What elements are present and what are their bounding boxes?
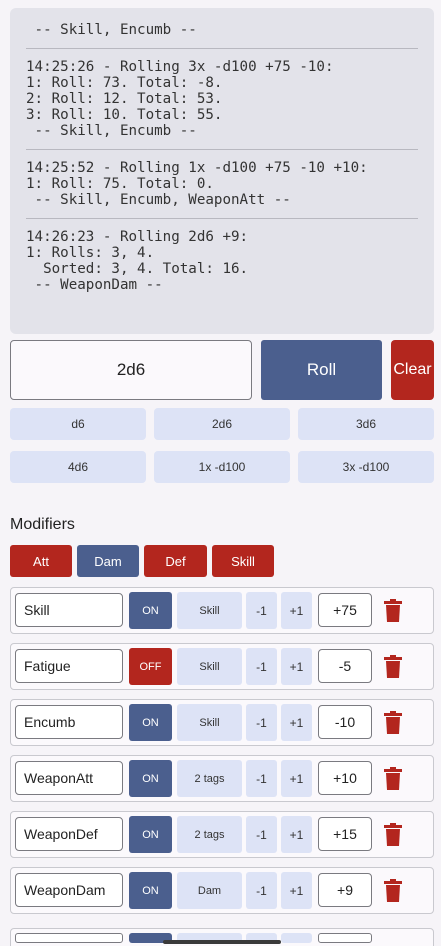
decrement-button[interactable]: -1 bbox=[246, 760, 277, 797]
increment-button[interactable]: +1 bbox=[281, 872, 312, 909]
modifiers-heading: Modifiers bbox=[10, 516, 75, 533]
modifier-tags-button[interactable]: 2 tags bbox=[177, 816, 242, 853]
preset-button-2d6[interactable]: 2d6 bbox=[154, 408, 290, 440]
modifier-tags-button[interactable]: Skill bbox=[177, 592, 242, 629]
log-divider bbox=[26, 149, 418, 150]
log-line: 3: Roll: 10. Total: 55. bbox=[26, 107, 223, 123]
log-line: -- Skill, Encumb -- bbox=[26, 123, 197, 139]
modifier-row: Skill ON Skill -1 +1 +75 bbox=[10, 587, 434, 634]
log-line: 14:26:23 - Rolling 2d6 +9: bbox=[26, 229, 249, 245]
increment-button[interactable] bbox=[281, 933, 312, 943]
modifier-name-field[interactable]: WeaponAtt bbox=[15, 761, 123, 795]
roll-log[interactable]: -- Skill, Encumb -- 14:25:26 - Rolling 3… bbox=[10, 8, 434, 334]
log-line: 2: Roll: 12. Total: 53. bbox=[26, 91, 223, 107]
log-line: 14:25:26 - Rolling 3x -d100 +75 -10: bbox=[26, 59, 334, 75]
log-line: Sorted: 3, 4. Total: 16. bbox=[26, 261, 249, 277]
modifier-toggle[interactable]: ON bbox=[129, 872, 172, 909]
log-header: -- Skill, Encumb -- bbox=[26, 22, 197, 38]
preset-button-3x-d100[interactable]: 3x -d100 bbox=[298, 451, 434, 483]
modifier-tags-button[interactable]: Skill bbox=[177, 648, 242, 685]
modifier-tags-button[interactable]: 2 tags bbox=[177, 760, 242, 797]
trash-icon[interactable] bbox=[383, 655, 403, 679]
decrement-button[interactable]: -1 bbox=[246, 592, 277, 629]
modifier-name-field[interactable]: Encumb bbox=[15, 705, 123, 739]
preset-button-1x-d100[interactable]: 1x -d100 bbox=[154, 451, 290, 483]
modifier-toggle[interactable]: ON bbox=[129, 704, 172, 741]
tag-filter-skill[interactable]: Skill bbox=[212, 545, 274, 577]
modifier-toggle[interactable]: ON bbox=[129, 816, 172, 853]
modifier-value-field[interactable]: +15 bbox=[318, 817, 372, 851]
modifier-row: Encumb ON Skill -1 +1 -10 bbox=[10, 699, 434, 746]
increment-button[interactable]: +1 bbox=[281, 760, 312, 797]
trash-icon[interactable] bbox=[383, 711, 403, 735]
roll-button[interactable]: Roll bbox=[261, 340, 382, 400]
modifier-value-field[interactable]: -10 bbox=[318, 705, 372, 739]
decrement-button[interactable]: -1 bbox=[246, 816, 277, 853]
tag-filter-dam[interactable]: Dam bbox=[77, 545, 139, 577]
log-line: -- Skill, Encumb, WeaponAtt -- bbox=[26, 192, 291, 208]
increment-button[interactable]: +1 bbox=[281, 592, 312, 629]
preset-button-d6[interactable]: d6 bbox=[10, 408, 146, 440]
log-divider bbox=[26, 218, 418, 219]
modifier-tags-button[interactable]: Skill bbox=[177, 704, 242, 741]
modifier-tags-button[interactable]: Dam bbox=[177, 872, 242, 909]
dice-expression-input[interactable]: 2d6 bbox=[10, 340, 252, 400]
increment-button[interactable]: +1 bbox=[281, 648, 312, 685]
tag-filter-att[interactable]: Att bbox=[10, 545, 72, 577]
log-entry: 14:25:26 - Rolling 3x -d100 +75 -10: 1: … bbox=[26, 59, 418, 139]
log-divider bbox=[26, 48, 418, 49]
log-line: 1: Roll: 75. Total: 0. bbox=[26, 176, 214, 192]
modifier-value-field[interactable] bbox=[318, 933, 372, 943]
modifier-name-field[interactable]: WeaponDef bbox=[15, 817, 123, 851]
modifier-name-field[interactable]: WeaponDam bbox=[15, 873, 123, 907]
preset-button-4d6[interactable]: 4d6 bbox=[10, 451, 146, 483]
log-line: 1: Rolls: 3, 4. bbox=[26, 245, 155, 261]
log-entry: 14:26:23 - Rolling 2d6 +9: 1: Rolls: 3, … bbox=[26, 229, 418, 293]
modifier-value-field[interactable]: -5 bbox=[318, 649, 372, 683]
trash-icon[interactable] bbox=[383, 823, 403, 847]
clear-button[interactable]: Clear bbox=[391, 340, 434, 400]
log-line: 1: Roll: 73. Total: -8. bbox=[26, 75, 223, 91]
decrement-button[interactable]: -1 bbox=[246, 872, 277, 909]
modifier-row: WeaponDam ON Dam -1 +1 +9 bbox=[10, 867, 434, 914]
modifier-value-field[interactable]: +9 bbox=[318, 873, 372, 907]
trash-icon[interactable] bbox=[383, 599, 403, 623]
modifier-row: Fatigue OFF Skill -1 +1 -5 bbox=[10, 643, 434, 690]
increment-button[interactable]: +1 bbox=[281, 816, 312, 853]
modifier-name-field[interactable]: Fatigue bbox=[15, 649, 123, 683]
modifier-toggle[interactable]: OFF bbox=[129, 648, 172, 685]
tag-filter-def[interactable]: Def bbox=[144, 545, 207, 577]
modifier-row: WeaponDef ON 2 tags -1 +1 +15 bbox=[10, 811, 434, 858]
modifier-value-field[interactable]: +10 bbox=[318, 761, 372, 795]
trash-icon[interactable] bbox=[383, 767, 403, 791]
modifier-toggle[interactable]: ON bbox=[129, 592, 172, 629]
modifier-name-field[interactable]: Skill bbox=[15, 593, 123, 627]
log-entry: 14:25:52 - Rolling 1x -d100 +75 -10 +10:… bbox=[26, 160, 418, 208]
log-line: -- WeaponDam -- bbox=[26, 277, 163, 293]
gesture-nav-handle[interactable] bbox=[163, 940, 281, 944]
decrement-button[interactable]: -1 bbox=[246, 648, 277, 685]
increment-button[interactable]: +1 bbox=[281, 704, 312, 741]
modifier-value-field[interactable]: +75 bbox=[318, 593, 372, 627]
modifier-toggle[interactable]: ON bbox=[129, 760, 172, 797]
preset-button-3d6[interactable]: 3d6 bbox=[298, 408, 434, 440]
log-line: 14:25:52 - Rolling 1x -d100 +75 -10 +10: bbox=[26, 160, 368, 176]
modifier-row: WeaponAtt ON 2 tags -1 +1 +10 bbox=[10, 755, 434, 802]
decrement-button[interactable]: -1 bbox=[246, 704, 277, 741]
trash-icon[interactable] bbox=[383, 879, 403, 903]
modifier-name-field[interactable] bbox=[15, 933, 123, 943]
